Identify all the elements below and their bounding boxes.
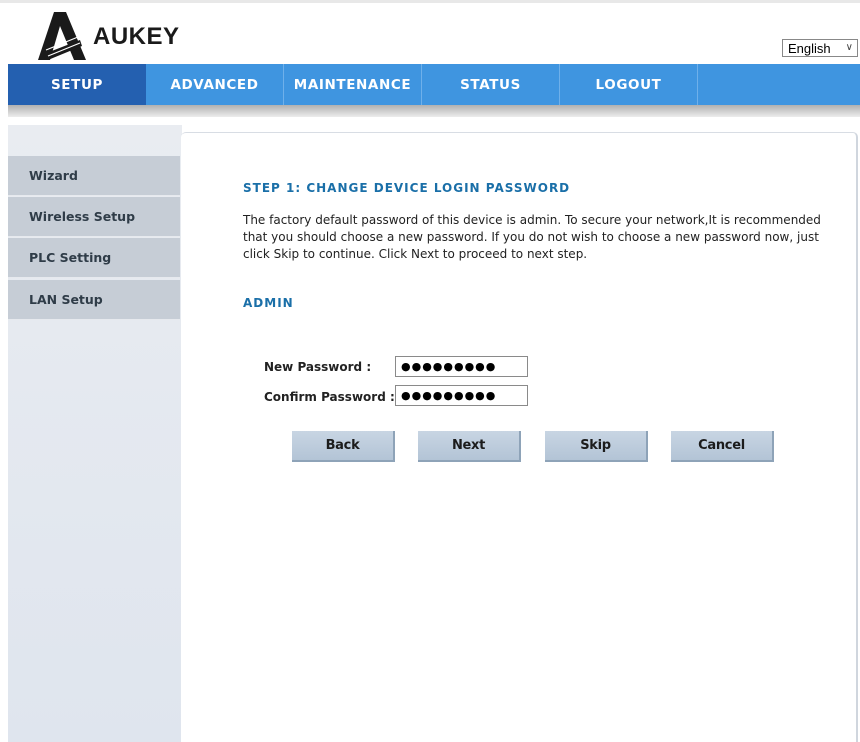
sidebar-item-wireless-setup[interactable]: Wireless Setup [8, 197, 180, 237]
next-button[interactable]: Next [418, 431, 521, 462]
nav-tab-advanced[interactable]: ADVANCED [146, 64, 284, 105]
nav-tab-logout[interactable]: LOGOUT [560, 64, 698, 105]
step-title: STEP 1: CHANGE DEVICE LOGIN PASSWORD [243, 181, 571, 195]
back-button[interactable]: Back [292, 431, 395, 462]
brand-name: AUKEY [93, 23, 180, 50]
confirm-password-input[interactable]: ●●●●●●●●● [395, 385, 528, 406]
language-select[interactable]: English ∨ [782, 39, 858, 57]
nav-tab-status[interactable]: STATUS [422, 64, 560, 105]
nav-tab-maintenance[interactable]: MAINTENANCE [284, 64, 422, 105]
new-password-label: New Password : [264, 360, 372, 374]
skip-button[interactable]: Skip [545, 431, 648, 462]
confirm-password-label: Confirm Password : [264, 390, 395, 404]
cancel-button[interactable]: Cancel [671, 431, 774, 462]
nav-tab-setup[interactable]: SETUP [8, 64, 146, 105]
sidebar-item-wizard[interactable]: Wizard [8, 156, 180, 196]
main-nav: SETUP ADVANCED MAINTENANCE STATUS LOGOUT [8, 64, 860, 105]
step-description: The factory default password of this dev… [243, 213, 821, 261]
language-selected-value: English [788, 41, 831, 56]
admin-section-title: ADMIN [243, 296, 294, 310]
sidebar-item-lan-setup[interactable]: LAN Setup [8, 280, 180, 320]
chevron-down-icon: ∨ [845, 42, 853, 53]
new-password-input[interactable]: ●●●●●●●●● [395, 356, 528, 377]
top-border [0, 0, 860, 3]
nav-shadow [8, 105, 860, 117]
sidebar-item-plc-setting[interactable]: PLC Setting [8, 238, 180, 278]
